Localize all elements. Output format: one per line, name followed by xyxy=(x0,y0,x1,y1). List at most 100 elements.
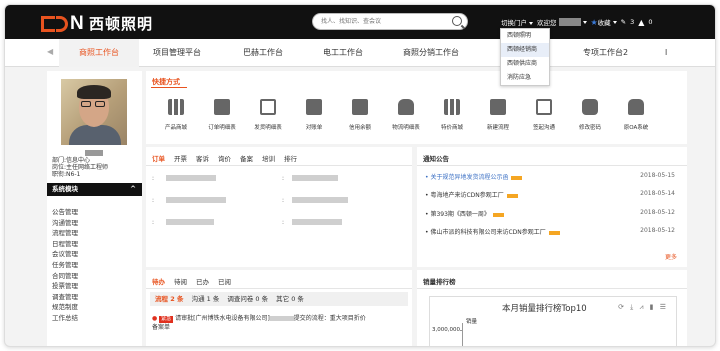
profile-position: 岗位:主任网络工程师 xyxy=(52,164,109,171)
sales-rank-panel: 销量排行榜 本月销量排行榜Top10 ⟳ ⤓ ⩘ ▮ ☰ 销量 3,000,00… xyxy=(417,270,687,346)
subtab-other[interactable]: 其它 0 条 xyxy=(276,292,304,306)
quick-title: 快捷方式 xyxy=(151,78,187,88)
nav-tab-distribution[interactable]: 商照分销工作台 xyxy=(403,39,459,67)
chart-y-axis xyxy=(462,323,463,346)
logo[interactable]: N 西顿照明 xyxy=(41,13,153,34)
shortcut-credit-balance[interactable]: 信用余额 xyxy=(338,99,382,131)
orders-panel: 订单 开票 客诉 询价 备案 培训 排行 : : : : : : xyxy=(146,147,412,267)
user-toolbar: 切换门户 欢迎您 ★ 收藏 ✎ 3 ▲ 0 xyxy=(501,17,653,28)
shortcut-product-mall[interactable]: 产品商城 xyxy=(154,99,198,131)
nav-tab-bach[interactable]: 巴赫工作台 xyxy=(243,39,283,67)
notices-panel: 通知公告 • 关于规范异地发货流程公示函 2018-05-15 • 粤海地产来访… xyxy=(417,147,687,267)
notice-row[interactable]: • 粤海地产来访CDN参观工厂 2018-05-14 xyxy=(425,190,681,199)
redacted-value xyxy=(166,197,226,203)
system-modules-header[interactable]: 系统模块 ^ xyxy=(47,183,142,196)
notice-row[interactable]: • 关于规范异地发货流程公示函 2018-05-15 xyxy=(425,172,681,181)
nav-prev-arrow-icon[interactable]: ◀ xyxy=(47,47,53,56)
field-colon: : xyxy=(282,175,285,182)
shortcut-new-workflow[interactable]: 新建流程 xyxy=(476,99,520,131)
redacted-value xyxy=(166,219,214,225)
notice-date: 2018-05-14 xyxy=(640,190,675,197)
sidebar-item[interactable]: 公告管理 xyxy=(52,207,78,218)
notice-row[interactable]: • 佛山市派的科技有限公司来访CDN参观工厂 2018-05-12 xyxy=(425,227,681,236)
top-bar: N 西顿照明 切换门户 欢迎您 ★ 收藏 ✎ 3 ▲ 0 xyxy=(5,5,715,39)
switch-portal-button[interactable]: 切换门户 xyxy=(501,17,533,27)
portal-option[interactable]: 消防应急 xyxy=(501,71,549,85)
shortcut-special-mall[interactable]: 特价商城 xyxy=(430,99,474,131)
system-module-list: 公告管理 沟通管理 流程管理 日程管理 会议管理 任务管理 合同管理 投票管理 … xyxy=(52,207,78,324)
cdn-logo-mark: N xyxy=(41,13,87,33)
search-input[interactable] xyxy=(313,14,443,29)
subtab-survey[interactable]: 调查问卷 0 条 xyxy=(227,292,268,306)
search-icon[interactable] xyxy=(452,16,462,26)
sidebar-item[interactable]: 调查管理 xyxy=(52,292,78,303)
subtab-communication[interactable]: 沟通 1 条 xyxy=(192,292,220,306)
portal-option[interactable]: 西顿照明 xyxy=(501,29,549,43)
sidebar-item[interactable]: 合同管理 xyxy=(52,271,78,282)
more-link[interactable]: 更多 xyxy=(665,252,677,261)
welcome-text: 欢迎您 xyxy=(537,19,557,27)
nav-tab-special[interactable]: 专项工作台2 xyxy=(583,39,628,67)
new-badge xyxy=(492,212,504,217)
sidebar-item[interactable]: 工作总结 xyxy=(52,313,78,324)
shortcut-initiate-communication[interactable]: 签起沟通 xyxy=(522,99,566,131)
rank-title: 销量排行榜 xyxy=(423,278,456,286)
notice-date: 2018-05-12 xyxy=(640,209,675,216)
main-nav: ◀ 商照工作台 项目管理平台 巴赫工作台 电工工作台 商照分销工作台 专项工作台… xyxy=(5,39,715,67)
redacted-value xyxy=(292,197,348,203)
shortcut-logistics[interactable]: 物流明细表 xyxy=(384,99,428,131)
sidebar-item[interactable]: 投票管理 xyxy=(52,281,78,292)
portal-window: N 西顿照明 切换门户 欢迎您 ★ 收藏 ✎ 3 ▲ 0 西顿照明 西顿经销商 … xyxy=(4,4,716,347)
search-box[interactable] xyxy=(312,13,468,30)
chart-title: 本月销量排行榜Top10 xyxy=(502,304,587,314)
todo-item[interactable]: ● 紧急 请审批[广州博铁水电设备有限公司] 提交的流程：重大项目折价 备案单 xyxy=(152,314,402,332)
edit-icon[interactable]: ✎ xyxy=(621,18,626,26)
shortcut-old-oa[interactable]: 原OA系统 xyxy=(614,99,658,131)
sidebar-item[interactable]: 会议管理 xyxy=(52,249,78,260)
sidebar-item[interactable]: 规范制度 xyxy=(52,302,78,313)
flow-icon xyxy=(490,99,506,115)
nav-tab-electric[interactable]: 电工工作台 xyxy=(323,39,363,67)
warning-icon[interactable]: ▲ xyxy=(638,18,644,27)
car-icon xyxy=(398,99,414,115)
chevron-up-icon[interactable]: ^ xyxy=(130,183,136,196)
notice-row[interactable]: • 第393期《西顿一周》 2018-05-12 xyxy=(425,209,681,218)
quick-shortcuts-panel: 快捷方式 产品商城 订单明细表 发货明细表 对账单 信用余额 物流明细表 特价商… xyxy=(146,71,687,144)
portal-option[interactable]: 西顿供应商 xyxy=(501,57,549,71)
redacted-value xyxy=(166,175,216,181)
chevron-down-icon xyxy=(529,21,533,25)
grid-icon xyxy=(168,99,184,115)
favorites-chevron-icon[interactable] xyxy=(612,20,617,24)
edit-count: 3 xyxy=(630,18,635,26)
invoice-icon xyxy=(214,99,230,115)
sidebar-item[interactable]: 日程管理 xyxy=(52,239,78,250)
user-name-redacted xyxy=(85,150,103,156)
sidebar-item[interactable]: 流程管理 xyxy=(52,228,78,239)
grid-icon xyxy=(444,99,460,115)
user-name-redacted[interactable] xyxy=(558,18,581,26)
sidebar-item[interactable]: 任务管理 xyxy=(52,260,78,271)
notice-date: 2018-05-15 xyxy=(640,172,675,179)
nav-tab-shangzhao[interactable]: 商照工作台 xyxy=(59,39,139,67)
avatar[interactable] xyxy=(61,79,127,145)
user-doc-icon xyxy=(352,99,368,115)
chart-toolbox-icons[interactable]: ⟳ ⤓ ⩘ ▮ ☰ xyxy=(618,303,668,312)
favorites-button[interactable]: 收藏 xyxy=(598,17,611,27)
redacted-value xyxy=(292,175,338,181)
sidebar-item[interactable]: 沟通管理 xyxy=(52,218,78,229)
nav-tab-more[interactable]: l xyxy=(665,39,667,67)
user-menu-chevron-icon[interactable] xyxy=(582,20,587,24)
portal-option[interactable]: 西顿经销商 xyxy=(501,43,549,57)
shortcut-shipping-detail[interactable]: 发货明细表 xyxy=(246,99,290,131)
nav-tab-project[interactable]: 项目管理平台 xyxy=(153,39,201,67)
subtab-workflow[interactable]: 流程 2 条 xyxy=(155,292,184,306)
brand-name: 西顿照明 xyxy=(89,15,154,33)
chart-tick-mark xyxy=(460,330,463,331)
shortcut-statement[interactable]: 对账单 xyxy=(292,99,336,131)
shortcut-order-detail[interactable]: 订单明细表 xyxy=(200,99,244,131)
star-icon[interactable]: ★ xyxy=(591,18,598,27)
field-colon: : xyxy=(152,219,155,226)
field-colon: : xyxy=(282,219,285,226)
shortcut-change-password[interactable]: 修改密码 xyxy=(568,99,612,131)
field-colon: : xyxy=(152,175,155,182)
